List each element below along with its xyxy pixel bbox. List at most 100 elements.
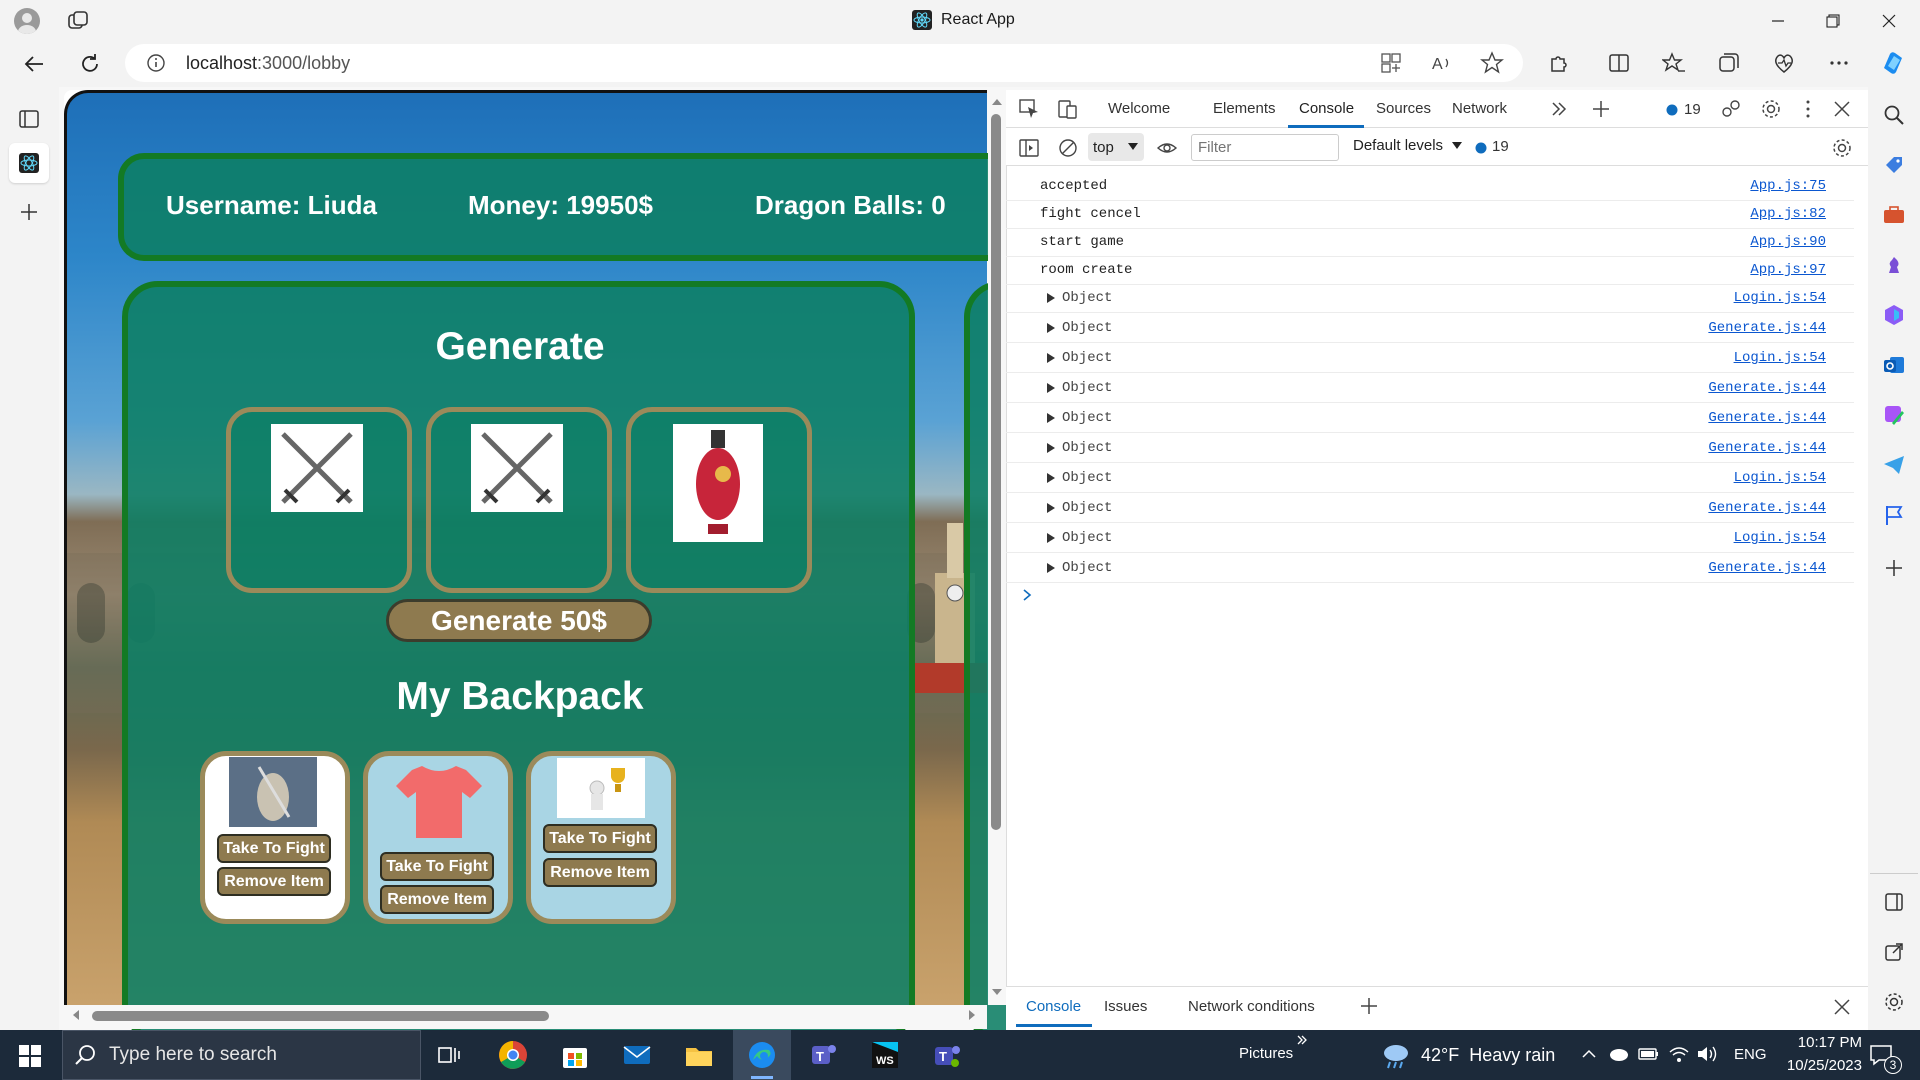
console-source-link[interactable]: Generate.js:44 [1708, 320, 1826, 336]
weather-text[interactable]: 42°F Heavy rain [1421, 1045, 1555, 1066]
take-to-fight-button[interactable]: Take To Fight [217, 834, 331, 863]
feedback-flag-icon[interactable] [1882, 503, 1906, 527]
back-button[interactable] [16, 47, 52, 81]
tab-network[interactable]: Network [1452, 100, 1507, 117]
take-to-fight-button[interactable]: Take To Fight [380, 852, 494, 881]
tab-welcome[interactable]: Welcome [1108, 100, 1170, 117]
expand-triangle-icon[interactable] [1046, 412, 1056, 424]
file-explorer-icon[interactable] [684, 1040, 714, 1070]
console-prompt-chevron-icon[interactable] [1020, 588, 1034, 602]
pictures-toolbar-label[interactable]: Pictures [1239, 1045, 1293, 1062]
microsoft-store-icon[interactable] [560, 1040, 590, 1070]
expand-triangle-icon[interactable] [1046, 502, 1056, 514]
wifi-icon[interactable] [1668, 1044, 1690, 1064]
live-expression-eye-icon[interactable] [1156, 137, 1178, 159]
take-to-fight-button[interactable]: Take To Fight [543, 824, 657, 853]
console-source-link[interactable]: App.js:82 [1750, 206, 1826, 222]
show-hidden-icons-chevron-icon[interactable] [1580, 1045, 1598, 1063]
language-indicator[interactable]: ENG [1734, 1046, 1767, 1063]
mail-app-icon[interactable] [622, 1040, 652, 1070]
clock-time[interactable]: 10:17 PM [1786, 1034, 1862, 1051]
generate-slot-3[interactable] [626, 407, 812, 593]
expand-triangle-icon[interactable] [1046, 442, 1056, 454]
browser-essentials-icon[interactable] [1772, 51, 1796, 75]
console-source-link[interactable]: Login.js:54 [1734, 470, 1826, 486]
more-menu-icon[interactable] [1827, 51, 1851, 75]
console-source-link[interactable]: Login.js:54 [1734, 350, 1826, 366]
console-settings-gear-icon[interactable] [1831, 137, 1853, 159]
console-row[interactable]: Object Generate.js:44 [1006, 433, 1854, 463]
scroll-up-arrow-icon[interactable] [991, 96, 1003, 108]
send-telegram-icon[interactable] [1882, 453, 1906, 477]
toolbar-expand-chevron-icon[interactable] [1296, 1034, 1308, 1046]
console-source-link[interactable]: App.js:90 [1750, 234, 1826, 250]
console-row[interactable]: Object Login.js:54 [1006, 463, 1854, 493]
battery-icon[interactable] [1638, 1045, 1660, 1063]
volume-icon[interactable] [1696, 1044, 1718, 1064]
tab-sources[interactable]: Sources [1376, 100, 1431, 117]
teams-new-icon[interactable]: T [808, 1040, 838, 1070]
console-source-link[interactable]: Generate.js:44 [1708, 410, 1826, 426]
expand-triangle-icon[interactable] [1046, 472, 1056, 484]
clock-date[interactable]: 10/25/2023 [1774, 1057, 1862, 1074]
issues-count[interactable]: 19 [1684, 101, 1701, 118]
profile-avatar-icon[interactable] [14, 8, 40, 34]
console-row[interactable]: Object Generate.js:44 [1006, 403, 1854, 433]
open-external-icon[interactable] [1883, 941, 1905, 963]
console-source-link[interactable]: Login.js:54 [1734, 530, 1826, 546]
clear-console-icon[interactable] [1057, 137, 1079, 159]
scroll-down-arrow-icon[interactable] [991, 986, 1003, 998]
favorite-star-icon[interactable] [1480, 51, 1504, 75]
new-tab-icon[interactable] [19, 202, 39, 222]
console-row[interactable]: Object Login.js:54 [1006, 343, 1854, 373]
teams-classic-icon[interactable]: T [932, 1040, 962, 1070]
remote-connection-icon[interactable] [1720, 98, 1742, 120]
console-source-link[interactable]: Generate.js:44 [1708, 500, 1826, 516]
expand-triangle-icon[interactable] [1046, 322, 1056, 334]
games-chess-icon[interactable] [1882, 253, 1906, 277]
expand-triangle-icon[interactable] [1046, 352, 1056, 364]
device-emulation-icon[interactable] [1057, 98, 1079, 120]
tab-elements[interactable]: Elements [1213, 100, 1276, 117]
outlook-icon[interactable] [1882, 353, 1906, 377]
expand-triangle-icon[interactable] [1046, 382, 1056, 394]
context-selector[interactable]: top [1088, 133, 1144, 161]
generate-button[interactable]: Generate 50$ [386, 599, 652, 642]
console-source-link[interactable]: Generate.js:44 [1708, 440, 1826, 456]
workspaces-icon[interactable] [66, 9, 90, 33]
console-source-link[interactable]: App.js:75 [1750, 178, 1826, 194]
tab-actions-icon[interactable] [18, 108, 40, 130]
drawer-tab-issues[interactable]: Issues [1104, 998, 1147, 1015]
expand-triangle-icon[interactable] [1046, 562, 1056, 574]
tab-react-app[interactable] [9, 143, 49, 183]
inspect-element-icon[interactable] [1018, 98, 1040, 120]
split-screen-icon[interactable] [1607, 51, 1631, 75]
extensions-icon[interactable] [1547, 51, 1571, 75]
url-text[interactable]: localhost:3000/lobby [186, 53, 350, 74]
console-source-link[interactable]: Generate.js:44 [1708, 560, 1826, 576]
close-drawer-icon[interactable] [1831, 996, 1853, 1018]
copilot-icon[interactable] [1878, 48, 1908, 78]
console-source-link[interactable]: Generate.js:44 [1708, 380, 1826, 396]
more-tabs-chevron-icon[interactable] [1548, 98, 1570, 120]
webstorm-icon[interactable]: WS [870, 1040, 900, 1070]
log-levels-dropdown[interactable]: Default levels [1353, 137, 1462, 159]
windows-start-icon[interactable] [18, 1044, 42, 1068]
site-info-icon[interactable] [146, 53, 166, 73]
remove-item-button[interactable]: Remove Item [543, 858, 657, 887]
minimize-button[interactable] [1751, 0, 1805, 41]
sidebar-settings-gear-icon[interactable] [1883, 991, 1905, 1013]
remove-item-button[interactable]: Remove Item [217, 867, 331, 896]
expand-triangle-icon[interactable] [1046, 292, 1056, 304]
task-view-icon[interactable] [436, 1042, 462, 1068]
messages-count[interactable]: 19 [1492, 138, 1509, 155]
drawer-add-tab-icon[interactable] [1358, 995, 1380, 1017]
tab-console[interactable]: Console [1299, 100, 1354, 117]
shopping-tag-icon[interactable] [1882, 153, 1906, 177]
drawer-tab-network-conditions[interactable]: Network conditions [1188, 998, 1315, 1015]
generate-slot-1[interactable] [226, 407, 412, 593]
console-row[interactable]: Object Login.js:54 [1006, 523, 1854, 553]
expand-triangle-icon[interactable] [1046, 532, 1056, 544]
remove-item-button[interactable]: Remove Item [380, 885, 494, 914]
hide-sidebar-icon[interactable] [1883, 891, 1905, 913]
